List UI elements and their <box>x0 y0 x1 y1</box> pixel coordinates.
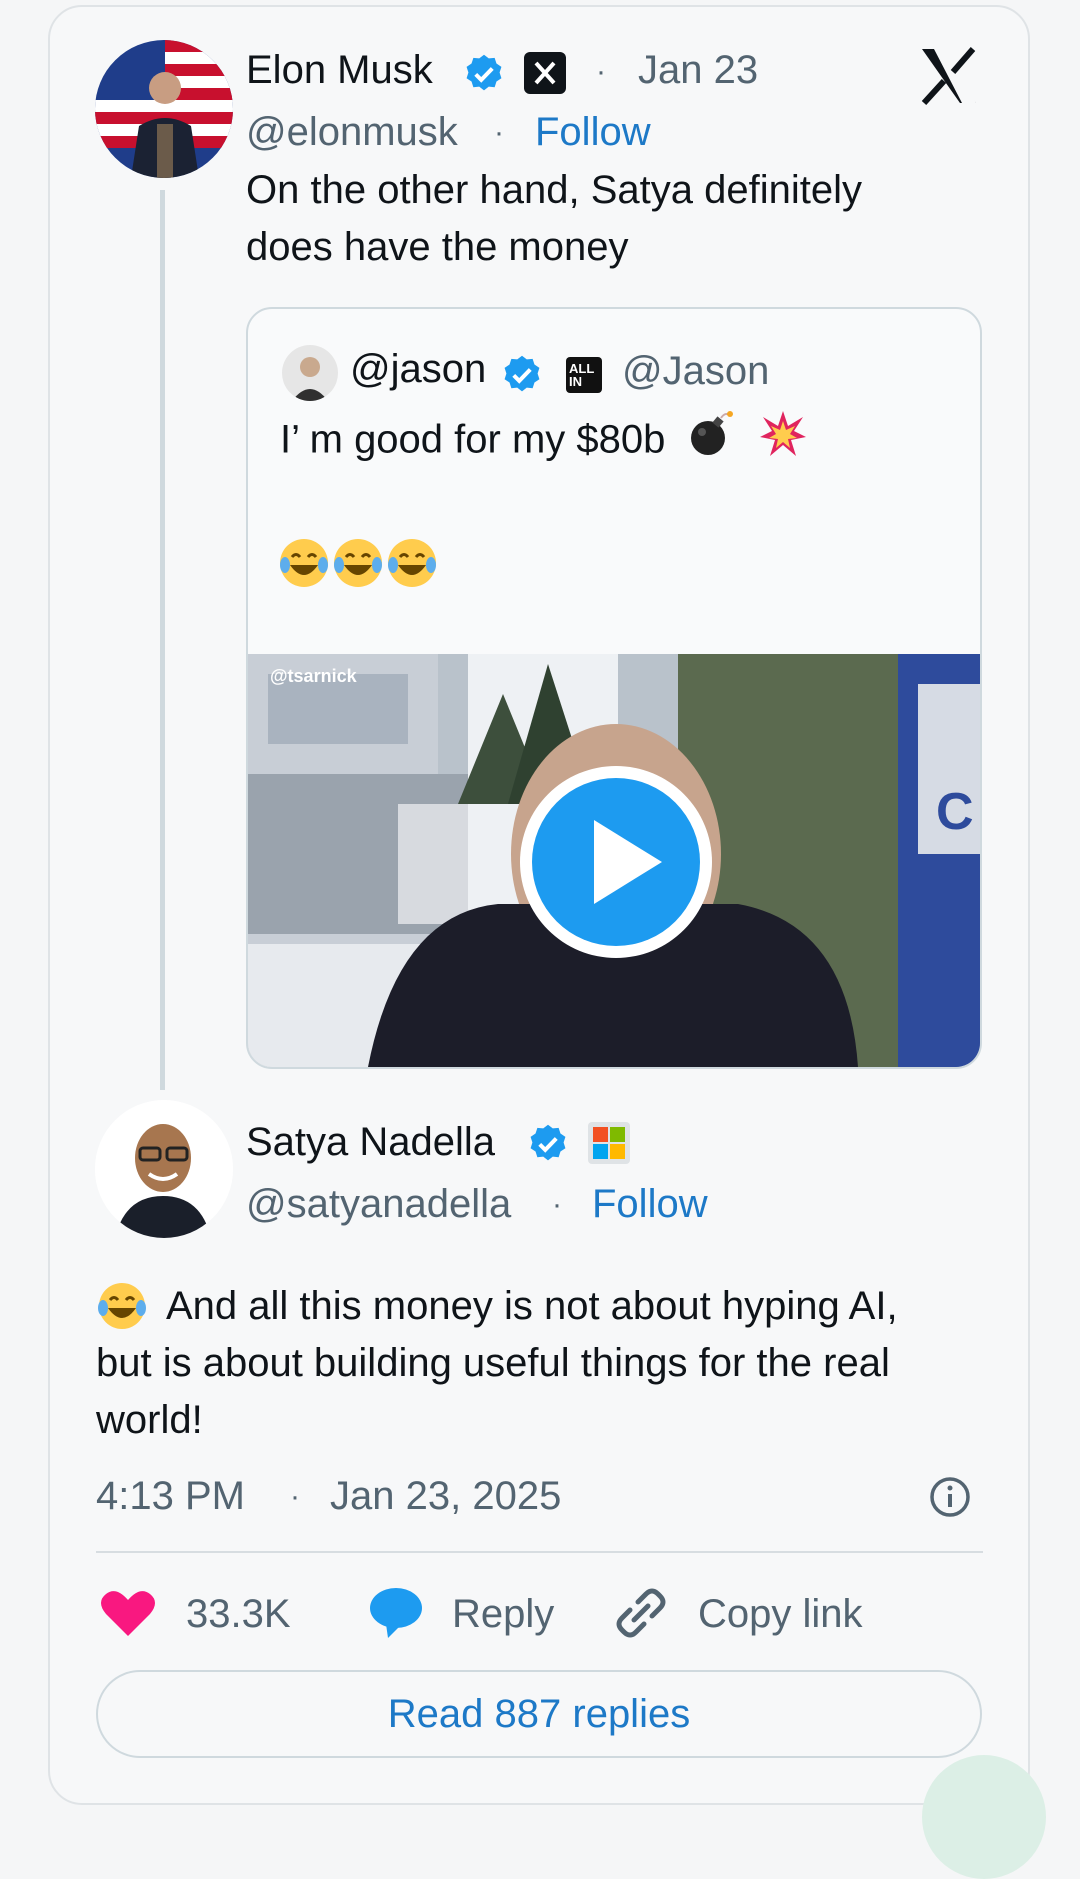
separator-dot: · <box>290 1480 300 1513</box>
tweet-date[interactable]: Jan 23 <box>638 48 758 93</box>
microsoft-affiliate-icon <box>588 1122 630 1164</box>
separator-dot: · <box>596 55 606 88</box>
jason-avatar[interactable] <box>282 345 338 401</box>
follow-elon-link[interactable]: Follow <box>535 110 651 155</box>
speech-bubble-icon[interactable] <box>366 1586 424 1638</box>
collision-emoji-icon <box>758 409 808 475</box>
video-watermark: @tsarnick <box>270 666 358 686</box>
video-thumbnail[interactable]: C @tsarnick <box>248 654 980 1067</box>
tweet-text-line-1: On the other hand, Satya definitely <box>246 168 862 212</box>
reply-text-line-2: but is about building useful things for … <box>96 1341 890 1385</box>
play-button-icon[interactable] <box>516 762 716 962</box>
read-replies-button[interactable]: Read 887 replies <box>96 1670 982 1758</box>
reply-text-line-3: world! <box>96 1398 203 1442</box>
reply-time[interactable]: 4:13 PM <box>96 1474 245 1519</box>
quote-text-content: I’ m good for my $80b <box>280 417 666 462</box>
divider <box>96 1551 983 1553</box>
video-sign-text: C <box>936 783 974 841</box>
thread-line <box>160 190 165 1090</box>
separator-dot: · <box>552 1188 562 1221</box>
laughing-emojis <box>278 535 438 603</box>
floating-action-button[interactable] <box>922 1755 1046 1879</box>
reply-date[interactable]: Jan 23, 2025 <box>330 1474 561 1519</box>
link-icon[interactable] <box>614 1586 668 1640</box>
elon-handle[interactable]: @elonmusk <box>246 110 458 155</box>
like-count[interactable]: 33.3K <box>186 1592 291 1637</box>
all-in-badge: ALL IN <box>566 357 602 393</box>
tears-of-joy-emoji-icon <box>96 1280 148 1332</box>
jason-handle[interactable]: @jason <box>350 347 486 392</box>
verified-badge-icon <box>500 353 544 397</box>
reply-text-line-1: And all this money is not about hyping A… <box>166 1284 898 1328</box>
follow-satya-link[interactable]: Follow <box>592 1182 708 1227</box>
quoted-tweet[interactable]: @jason ALL IN @Jason I’ m good for my $8… <box>246 307 982 1069</box>
bomb-emoji-icon <box>687 410 735 474</box>
copy-link-button[interactable]: Copy link <box>698 1592 863 1637</box>
reply-button[interactable]: Reply <box>452 1592 554 1637</box>
info-icon[interactable] <box>928 1475 972 1519</box>
x-affiliate-badge-icon <box>524 52 566 94</box>
jason-alt-handle[interactable]: @Jason <box>622 349 769 394</box>
satya-handle[interactable]: @satyanadella <box>246 1182 511 1227</box>
x-logo-icon[interactable] <box>918 45 980 107</box>
satya-avatar[interactable] <box>95 1100 233 1238</box>
tears-of-joy-emoji-icon <box>280 539 328 587</box>
tweet-text-line-2: does have the money <box>246 225 629 269</box>
separator-dot: · <box>494 116 504 149</box>
heart-icon[interactable] <box>100 1588 156 1638</box>
quote-text: I’ m good for my $80b <box>280 409 808 475</box>
satya-name[interactable]: Satya Nadella <box>246 1120 495 1165</box>
elon-avatar[interactable] <box>95 40 233 178</box>
verified-badge-icon <box>462 52 506 96</box>
elon-name[interactable]: Elon Musk <box>246 48 433 93</box>
verified-badge-icon <box>526 1122 570 1166</box>
